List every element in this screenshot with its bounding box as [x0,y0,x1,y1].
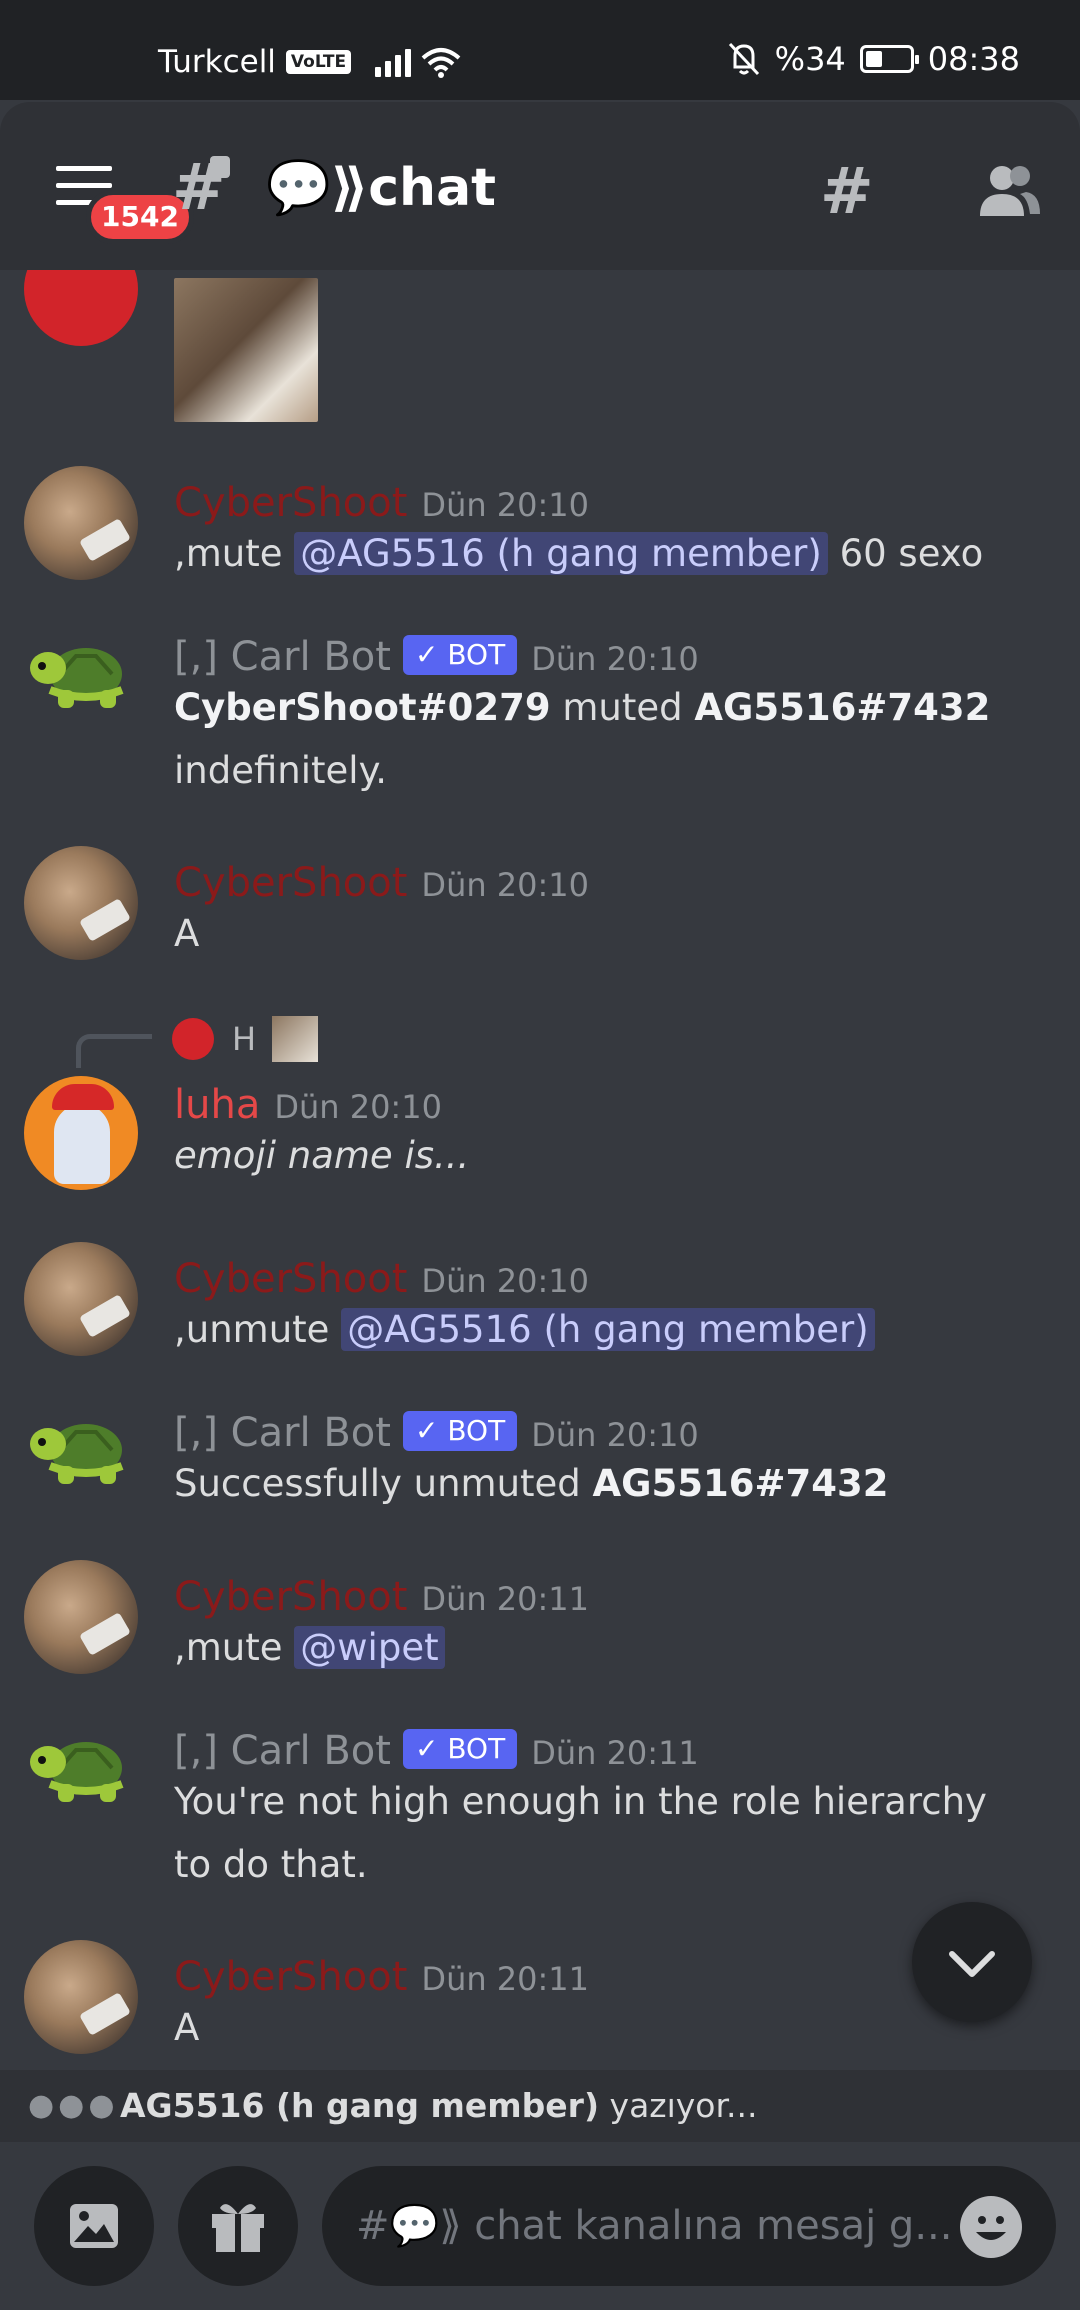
turtle-avatar[interactable] [24,624,138,738]
carrier-label: Turkcell [158,44,276,80]
reply-emoji-image [272,1016,318,1062]
reply-preview[interactable]: H [232,1018,256,1060]
smiley-icon [976,2216,1006,2240]
reply-avatar [172,1018,214,1060]
emoji-picker-button[interactable] [960,2196,1022,2258]
message-list[interactable]: CyberShoot Dün 20:10 ,mute @AG5516 (h gan… [0,270,1080,2070]
message-text: Successfully unmuted AG5516#7432 [174,1462,889,1505]
image-icon [70,2204,118,2248]
volte-icon: VoLTE [285,50,352,74]
channel-header: 1542 # 💬⟫chat # [0,102,1080,270]
gift-button[interactable] [178,2166,298,2286]
timestamp: Dün 20:10 [421,486,590,524]
members-icon[interactable] [976,162,1042,218]
user-mention[interactable]: @AG5516 (h gang member) [294,532,828,575]
battery-percent: %34 [774,40,846,78]
image-attachment[interactable] [174,278,318,422]
avatar[interactable] [24,1940,138,2054]
timestamp: Dün 20:11 [421,1580,590,1618]
author-name[interactable]: [,] Carl Bot [174,1728,391,1774]
timestamp: Dün 20:10 [421,1262,590,1300]
avatar[interactable] [24,1076,138,1190]
typing-suffix: yazıyor... [599,2086,758,2125]
typing-indicator: ●●● AG5516 (h gang member) yazıyor... [0,2070,1080,2142]
timestamp: Dün 20:10 [274,1088,442,1126]
bot-badge: ✓ BOT [402,1729,518,1769]
avatar[interactable] [24,466,138,580]
typing-dots-icon: ●●● [28,2088,119,2123]
author-name[interactable]: CyberShoot [174,1574,407,1620]
signal-icon [375,47,412,77]
wifi-icon [421,48,461,78]
message-text: ,mute @wipet [174,1616,1020,1679]
message-text: A [174,912,200,955]
timestamp: Dün 20:11 [421,1960,590,1998]
message-text: A [174,2006,200,2049]
author-name[interactable]: CyberShoot [174,1954,407,2000]
author-name[interactable]: CyberShoot [174,480,407,526]
author-name[interactable]: luha [174,1082,260,1128]
timestamp: Dün 20:10 [531,1416,699,1454]
author-name[interactable]: [,] Carl Bot [174,634,391,680]
message-text: ,unmute @AG5516 (h gang member) [174,1298,1020,1361]
user-mention[interactable]: @wipet [294,1626,445,1669]
attach-image-button[interactable] [34,2166,154,2286]
avatar[interactable] [24,1242,138,1356]
channel-title[interactable]: 💬⟫chat [266,158,496,218]
mute-notifications-icon [728,42,759,76]
message-text: You're not high enough in the role hiera… [174,1780,987,1886]
turtle-avatar[interactable] [24,1718,138,1832]
bot-badge: ✓ BOT [402,1411,518,1451]
message-text: emoji name is... [174,1134,470,1177]
message-text: CyberShoot#0279 muted AG5516#7432 indefi… [174,686,991,792]
reply-connector [76,1034,152,1068]
jump-to-bottom-button[interactable] [912,1902,1032,2022]
among-us-avatar[interactable] [24,270,138,346]
bot-badge: ✓ BOT [402,635,518,675]
timestamp: Dün 20:10 [421,866,590,904]
battery-icon [859,45,919,73]
message-composer: #💬⟫ chat kanalına mesaj g... [0,2142,1080,2310]
gift-icon [212,2204,264,2252]
clock: 08:38 [927,40,1020,78]
author-name[interactable]: CyberShoot [174,860,407,906]
author-name[interactable]: [,] Carl Bot [174,1410,391,1456]
lock-icon [210,156,230,178]
typing-user: AG5516 (h gang member) [120,2086,600,2125]
status-bar: Turkcell VoLTE %34 08:38 [0,0,1080,100]
user-mention[interactable]: @AG5516 (h gang member) [341,1308,875,1351]
avatar[interactable] [24,1560,138,1674]
message-text: ,mute @AG5516 (h gang member) 60 sexo [174,532,984,575]
avatar[interactable] [24,846,138,960]
message-input[interactable]: #💬⟫ chat kanalına mesaj g... [322,2166,1056,2286]
author-name[interactable]: CyberShoot [174,1256,407,1302]
turtle-avatar[interactable] [24,1400,138,1514]
chevron-down-icon [949,1951,995,1977]
timestamp: Dün 20:10 [531,640,699,678]
timestamp: Dün 20:11 [531,1734,699,1772]
threads-icon[interactable]: # [820,160,874,224]
